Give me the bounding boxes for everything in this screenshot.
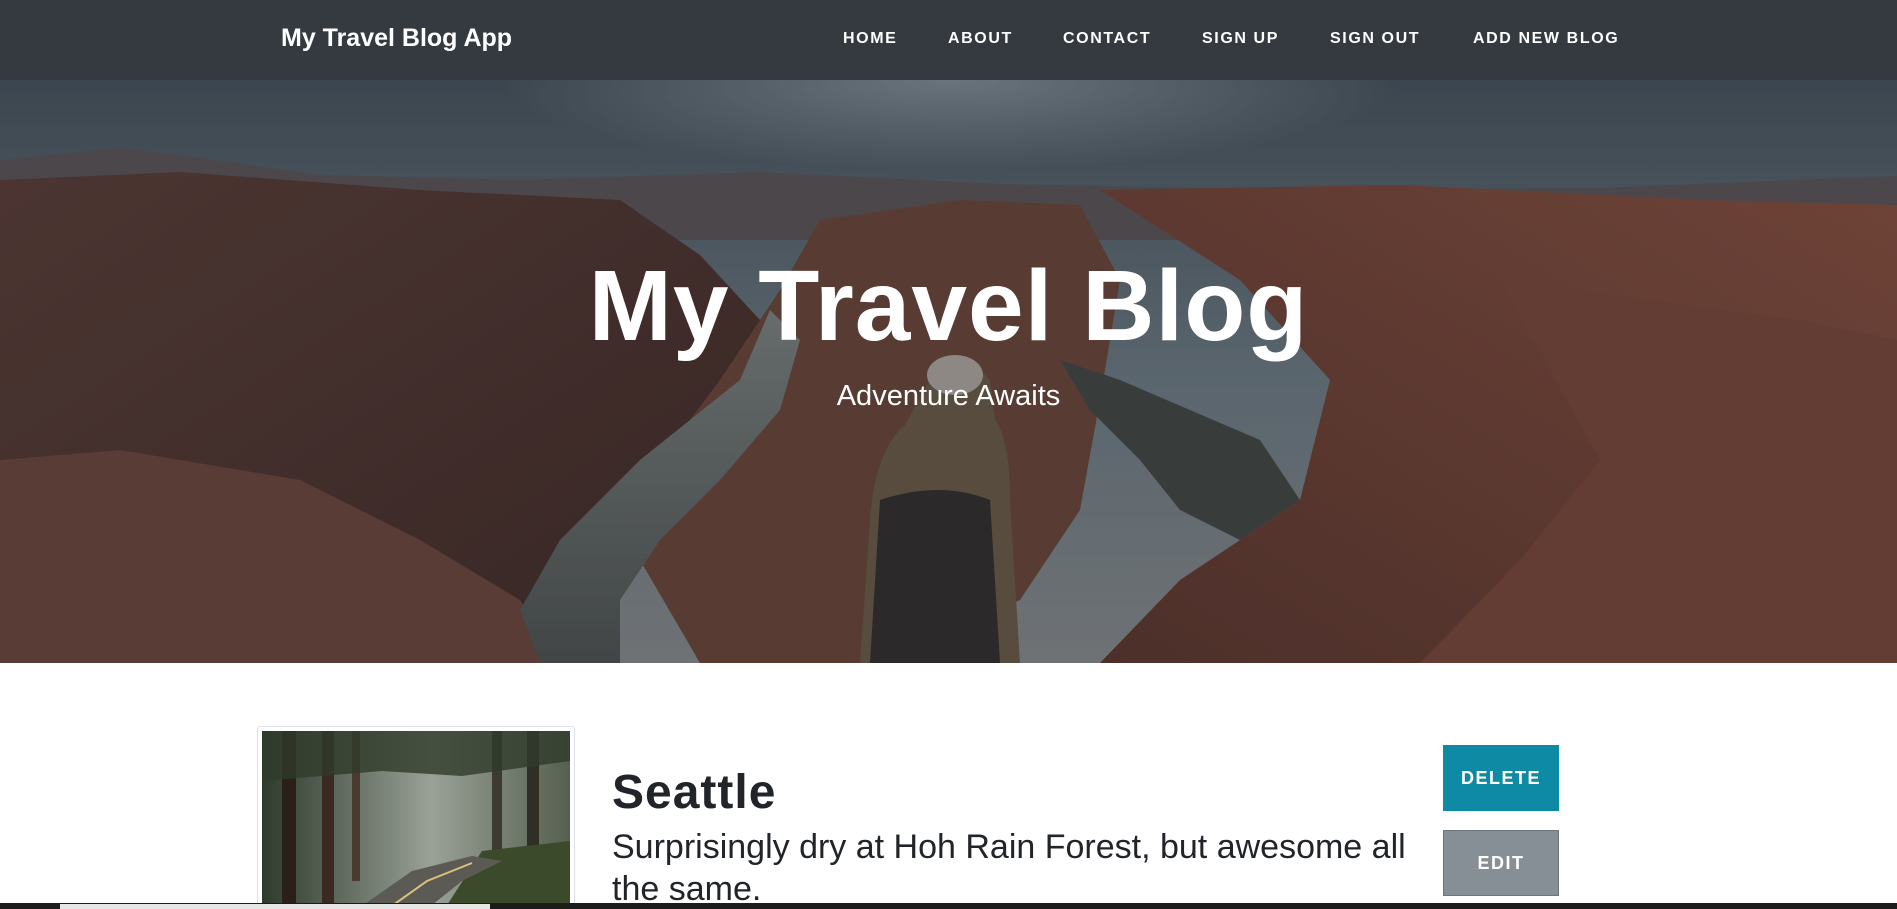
hero-banner: My Travel Blog Adventure Awaits: [0, 80, 1897, 663]
post-title[interactable]: Seattle: [612, 765, 776, 820]
hero-overlay: [0, 80, 1897, 663]
forest-road-image: [262, 731, 570, 909]
nav-signup-link[interactable]: SIGN UP: [1202, 30, 1279, 48]
top-navbar: My Travel Blog App HOME ABOUT CONTACT SI…: [0, 0, 1897, 80]
nav-home-link[interactable]: HOME: [843, 30, 897, 48]
edit-button[interactable]: EDIT: [1443, 830, 1559, 896]
scrollbar-thumb[interactable]: [60, 904, 490, 909]
nav-signout-link[interactable]: SIGN OUT: [1330, 30, 1420, 48]
nav-links: HOME ABOUT CONTACT SIGN UP SIGN OUT ADD …: [0, 30, 1897, 50]
hero-subtitle: Adventure Awaits: [836, 380, 1061, 412]
delete-button[interactable]: DELETE: [1443, 745, 1559, 811]
nav-contact-link[interactable]: CONTACT: [1063, 30, 1151, 48]
post-thumbnail[interactable]: [257, 726, 575, 909]
nav-about-link[interactable]: ABOUT: [948, 30, 1013, 48]
post-excerpt: Surprisingly dry at Hoh Rain Forest, but…: [612, 828, 1406, 908]
nav-add-blog-link[interactable]: ADD NEW BLOG: [1473, 30, 1619, 48]
hero-title: My Travel Blog: [588, 250, 1309, 362]
